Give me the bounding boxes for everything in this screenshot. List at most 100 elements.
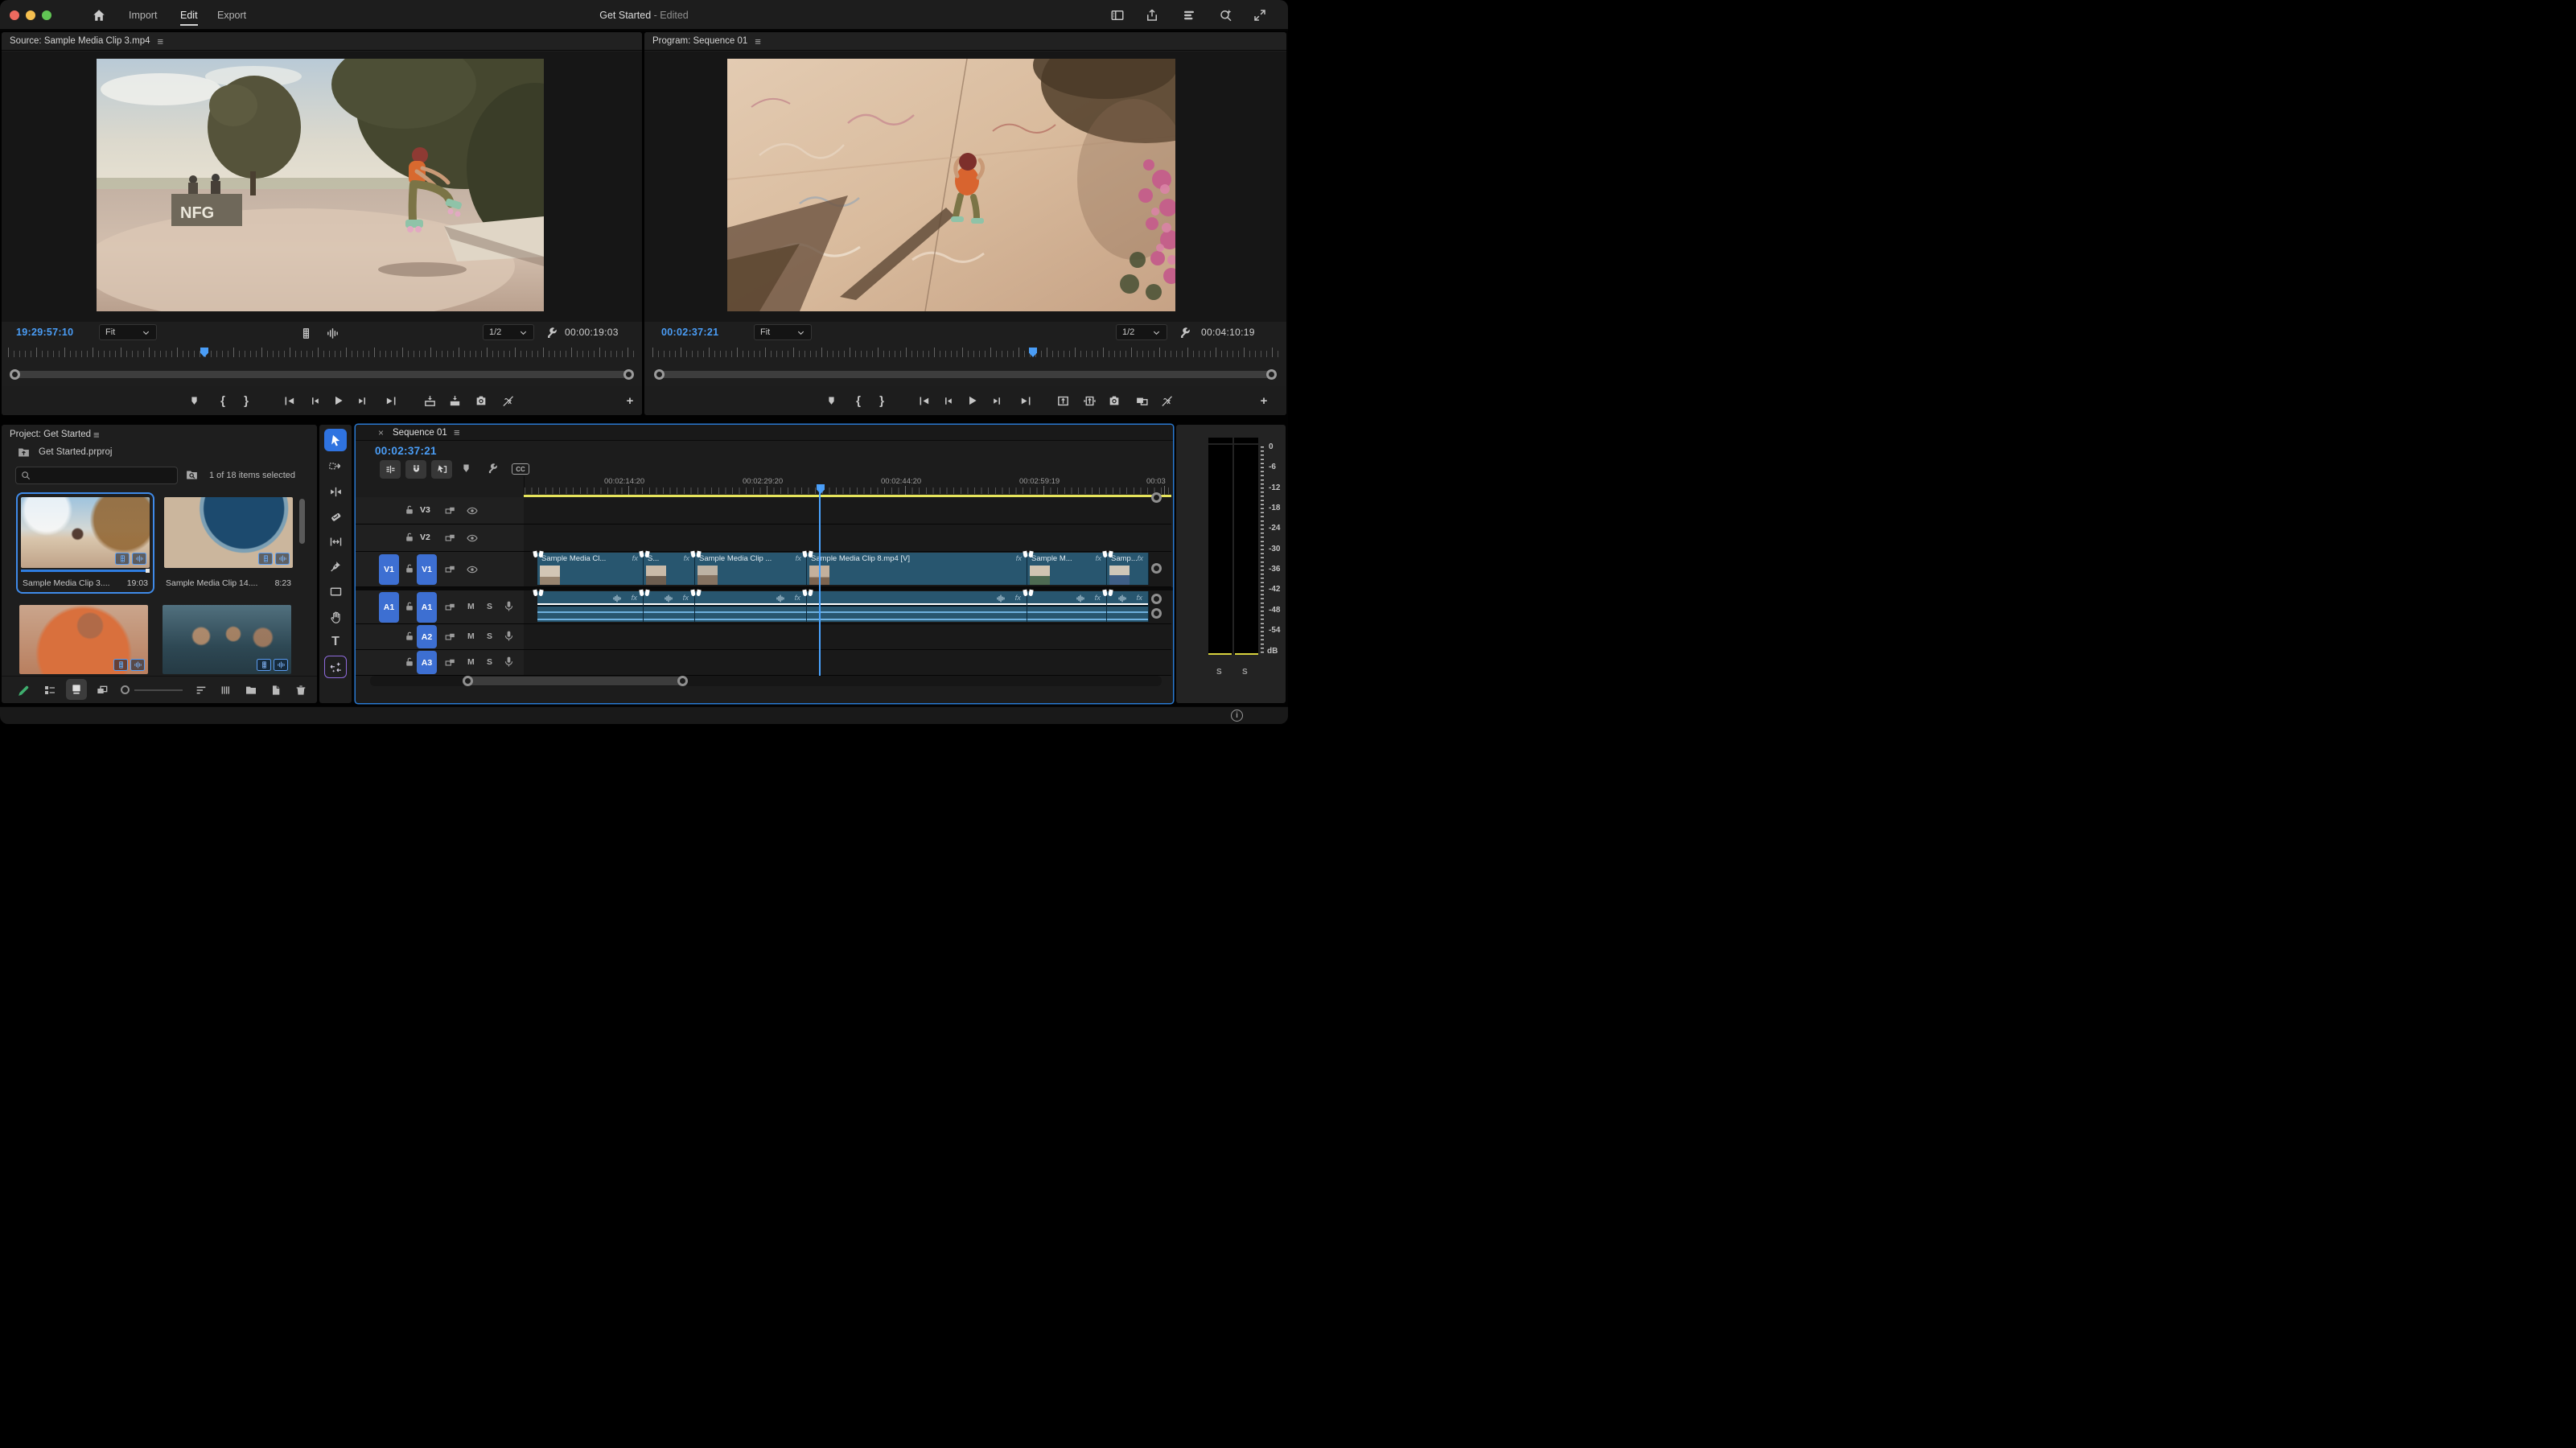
program-button-editor[interactable]: + (1254, 391, 1274, 410)
project-clip-card-selected[interactable]: Sample Media Clip 3.... 19:03 (16, 492, 154, 594)
timeline-video-clip[interactable]: Sample Media Clip 8.mp4 [V] fx (807, 553, 1027, 585)
source-step-forward-button[interactable] (353, 391, 372, 410)
sync-lock-icon[interactable] (444, 601, 456, 613)
program-global-fx-mute-button[interactable] (1157, 391, 1176, 410)
lock-icon[interactable] (404, 631, 415, 642)
program-zoom-dropdown[interactable]: Fit (754, 324, 812, 340)
zoom-slider-handle[interactable] (121, 685, 130, 694)
fx-badge[interactable]: fx (795, 594, 800, 603)
scrub-progress-bar[interactable] (21, 570, 146, 572)
timeline-video-clip[interactable]: Sample M... fx (1027, 553, 1107, 585)
writable-pencil-icon[interactable] (14, 681, 33, 700)
fx-badge[interactable]: fx (1138, 554, 1143, 563)
source-resolution-dropdown[interactable]: 1/2 (483, 324, 534, 340)
source-zoom-handle-left[interactable] (10, 369, 20, 380)
project-panel-menu-icon[interactable]: ≡ (93, 430, 100, 440)
timeline-vscroll-handle[interactable] (1151, 492, 1162, 503)
source-monitor-header[interactable]: Source: Sample Media Clip 3.mp4 ≡ (2, 32, 642, 51)
timeline-video-clip[interactable]: S... fx (644, 553, 695, 585)
track-output-eye-icon[interactable] (466, 563, 479, 576)
track-output-eye-icon[interactable] (466, 532, 479, 545)
track-header-a3[interactable]: A3 M S (356, 650, 524, 676)
captions-button[interactable]: CC (512, 463, 529, 475)
lock-icon[interactable] (404, 656, 415, 668)
sequence-tab-label[interactable]: Sequence 01 (393, 428, 447, 438)
timeline-video-clip[interactable]: Sample Media Cl... fx (537, 553, 644, 585)
voiceover-record-icon[interactable] (503, 656, 515, 668)
timeline-vscroll-handle[interactable] (1151, 594, 1162, 604)
program-export-frame-button[interactable] (1105, 391, 1124, 410)
lock-icon[interactable] (404, 563, 415, 574)
source-timecode[interactable]: 19:29:57:10 (16, 327, 73, 338)
fx-badge[interactable]: fx (1137, 594, 1142, 603)
source-mini-timeline[interactable] (8, 348, 636, 359)
timeline-audio-clip[interactable]: fx (1027, 591, 1107, 622)
search-box[interactable] (15, 467, 178, 484)
source-button-editor[interactable]: + (620, 391, 640, 410)
timeline-hscroll-handle-left[interactable] (463, 676, 473, 686)
linked-selection-button[interactable] (431, 460, 452, 479)
source-go-to-in-button[interactable] (279, 391, 298, 410)
program-monitor-header[interactable]: Program: Sequence 01 ≡ (644, 32, 1286, 51)
project-file-name[interactable]: Get Started.prproj (39, 447, 112, 457)
source-zoom-dropdown[interactable]: Fit (99, 324, 157, 340)
automate-to-sequence-button[interactable] (216, 681, 236, 700)
new-item-button[interactable] (266, 681, 286, 700)
delete-button[interactable] (291, 681, 311, 700)
source-panel-menu-icon[interactable]: ≡ (158, 36, 164, 47)
sync-lock-icon[interactable] (444, 504, 456, 516)
freeform-view-button[interactable] (93, 681, 112, 700)
sort-icons-button[interactable] (191, 681, 211, 700)
sync-lock-icon[interactable] (444, 563, 456, 575)
mute-button[interactable]: M (467, 657, 475, 667)
program-step-back-button[interactable] (937, 391, 957, 410)
program-add-marker-button[interactable] (821, 391, 841, 410)
razor-tool[interactable] (324, 505, 347, 528)
timeline-audio-clip[interactable]: fx (695, 591, 807, 622)
timeline-video-clip[interactable]: Sample Media Clip ... fx (695, 553, 807, 585)
solo-button[interactable]: S (487, 631, 492, 641)
program-mark-out-button[interactable]: } (872, 391, 891, 410)
timeline-audio-clip[interactable]: fx (807, 591, 1027, 622)
nest-sequences-button[interactable] (380, 460, 401, 479)
timeline-playhead-line[interactable] (819, 485, 821, 676)
track-select-forward-tool[interactable] (324, 455, 347, 477)
project-scrollbar[interactable] (299, 499, 305, 544)
track-target-badge[interactable]: V1 (417, 554, 437, 585)
fullscreen-icon[interactable] (1253, 8, 1267, 23)
program-zoom-handle-right[interactable] (1266, 369, 1277, 380)
source-zoom-scrollbar[interactable] (8, 368, 636, 381)
track-lane-v2[interactable] (524, 524, 1171, 552)
fx-badge[interactable]: fx (1016, 554, 1022, 563)
type-tool[interactable]: T (324, 631, 347, 653)
source-patch-video-badge[interactable]: V1 (379, 554, 399, 585)
sync-lock-icon[interactable] (444, 656, 456, 668)
fx-badge[interactable]: fx (632, 554, 638, 563)
zoom-slider-track[interactable] (134, 689, 183, 691)
fx-badge[interactable]: fx (683, 594, 689, 603)
track-header-v1[interactable]: V1 V1 (356, 552, 524, 587)
workspaces-icon[interactable] (1110, 8, 1125, 23)
pen-tool[interactable] (324, 555, 347, 578)
meter-solo-left-button[interactable]: S (1216, 668, 1222, 677)
extract-button[interactable] (1080, 391, 1099, 410)
track-target-badge[interactable]: A2 (417, 625, 437, 648)
timeline-add-marker-button[interactable] (460, 463, 472, 475)
new-bin-button[interactable] (241, 681, 261, 700)
meter-solo-right-button[interactable]: S (1242, 668, 1248, 677)
timeline-panel-menu-icon[interactable]: ≡ (454, 427, 460, 438)
source-step-back-button[interactable] (304, 391, 323, 410)
program-zoom-handle-left[interactable] (654, 369, 665, 380)
sync-lock-icon[interactable] (444, 532, 456, 544)
timeline-vscroll-handle[interactable] (1151, 608, 1162, 619)
track-label[interactable]: V3 (420, 505, 430, 515)
source-add-marker-button[interactable] (184, 391, 204, 410)
source-patch-audio-badge[interactable]: A1 (379, 592, 399, 623)
overwrite-button[interactable] (445, 391, 464, 410)
program-play-button[interactable] (962, 391, 981, 410)
close-tab-icon[interactable]: × (378, 427, 384, 438)
source-export-frame-button[interactable] (471, 391, 491, 410)
ripple-edit-tool[interactable] (324, 480, 347, 503)
source-video-frame[interactable]: NFG (97, 59, 544, 311)
project-clip-thumbnail-partial[interactable] (19, 605, 148, 674)
